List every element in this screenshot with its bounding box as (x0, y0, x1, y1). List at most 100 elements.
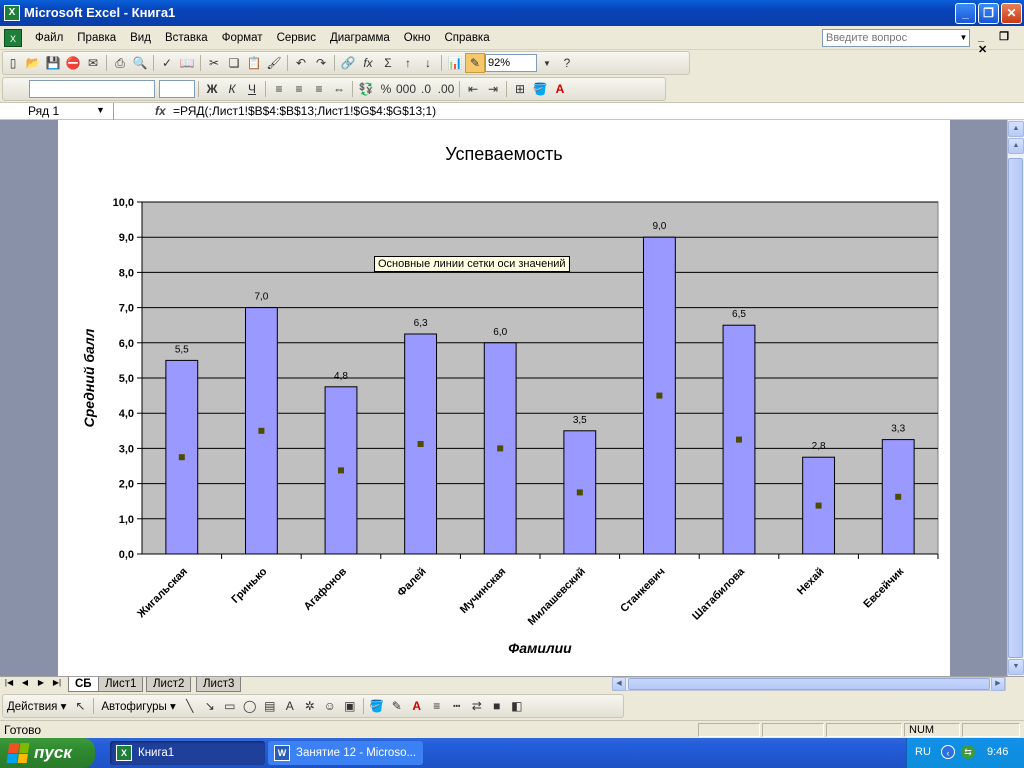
document-window-buttons[interactable]: _ ❐ ✕ (978, 30, 1024, 56)
decrease-decimal-icon[interactable]: .00 (436, 79, 456, 99)
chevron-down-icon[interactable]: ▼ (96, 105, 105, 115)
3d-style-icon[interactable]: ◧ (507, 696, 527, 716)
minimize-button[interactable]: _ (955, 3, 976, 24)
percent-icon[interactable]: % (376, 79, 396, 99)
taskbar-item-excel[interactable]: X Книга1 (110, 741, 265, 765)
fill-color-icon[interactable]: 🪣 (367, 696, 387, 716)
paste-icon[interactable]: 📋 (244, 53, 264, 73)
redo-icon[interactable]: ↷ (311, 53, 331, 73)
language-indicator[interactable]: RU (915, 746, 931, 758)
chevron-down-icon[interactable]: ▼ (958, 30, 969, 46)
arrow-style-icon[interactable]: ⇄ (467, 696, 487, 716)
scroll-left-icon[interactable]: ◀ (612, 677, 626, 691)
clipart-icon[interactable]: ☺ (320, 696, 340, 716)
scroll-up-icon[interactable]: ▲ (1008, 138, 1024, 154)
permission-icon[interactable]: ⛔ (63, 53, 83, 73)
sort-ascending-icon[interactable]: ↑ (398, 53, 418, 73)
zoom-select[interactable]: 92% (485, 54, 537, 72)
function-icon[interactable]: fx (358, 53, 378, 73)
save-icon[interactable]: 💾 (43, 53, 63, 73)
menu-help[interactable]: Справка (438, 26, 497, 50)
spelling-icon[interactable]: ✓ (157, 53, 177, 73)
tab-sb[interactable]: СБ (68, 677, 99, 692)
dash-style-icon[interactable]: ┅ (447, 696, 467, 716)
italic-icon[interactable]: К (222, 79, 242, 99)
chart-wizard-icon[interactable]: 📊 (445, 53, 465, 73)
oval-icon[interactable]: ◯ (240, 696, 260, 716)
network-icon[interactable]: ⇆ (961, 745, 975, 759)
email-icon[interactable]: ✉ (83, 53, 103, 73)
restore-button[interactable]: ❐ (978, 3, 999, 24)
picture-icon[interactable]: ▣ (340, 696, 360, 716)
menu-file[interactable]: Файл (28, 26, 70, 50)
font-name-select[interactable] (29, 80, 155, 98)
align-left-icon[interactable]: ≡ (269, 79, 289, 99)
arrow-icon[interactable]: ↘ (200, 696, 220, 716)
horizontal-scroll-thumb[interactable] (628, 678, 990, 690)
scroll-up-icon[interactable]: ▲ (1008, 121, 1024, 137)
last-sheet-icon[interactable]: ▶| (50, 678, 64, 687)
line-style-icon[interactable]: ≡ (427, 696, 447, 716)
scroll-down-icon[interactable]: ▼ (1008, 659, 1024, 675)
menu-edit[interactable]: Правка (70, 26, 123, 50)
print-preview-icon[interactable]: 🔍 (130, 53, 150, 73)
chart[interactable]: Успеваемость Средний балл Фамилии 0,0 1,0… (58, 120, 950, 676)
hyperlink-icon[interactable]: 🔗 (338, 53, 358, 73)
print-icon[interactable]: ⎙ (110, 53, 130, 73)
taskbar-item-word[interactable]: W Занятие 12 - Microso... (268, 741, 423, 765)
line-icon[interactable]: ╲ (180, 696, 200, 716)
menu-tools[interactable]: Сервис (270, 26, 323, 50)
increase-indent-icon[interactable]: ⇥ (483, 79, 503, 99)
research-icon[interactable]: 📖 (177, 53, 197, 73)
font-color-icon[interactable]: A (407, 696, 427, 716)
menu-insert[interactable]: Вставка (158, 26, 215, 50)
scroll-right-icon[interactable]: ▶ (991, 677, 1005, 691)
currency-icon[interactable]: 💱 (356, 79, 376, 99)
fill-color-icon[interactable]: 🪣 (530, 79, 550, 99)
prev-sheet-icon[interactable]: ◀ (18, 678, 32, 687)
new-icon[interactable]: ▯ (3, 53, 23, 73)
sort-descending-icon[interactable]: ↓ (418, 53, 438, 73)
chevron-down-icon[interactable]: ▼ (537, 53, 557, 73)
menu-chart[interactable]: Диаграмма (323, 26, 397, 50)
underline-icon[interactable]: Ч (242, 79, 262, 99)
menu-view[interactable]: Вид (123, 26, 158, 50)
help-question-input[interactable]: Введите вопрос (822, 29, 970, 47)
insert-function-icon[interactable]: fx (155, 104, 166, 118)
line-color-icon[interactable]: ✎ (387, 696, 407, 716)
copy-icon[interactable]: ❏ (224, 53, 244, 73)
close-button[interactable]: ✕ (1001, 3, 1022, 24)
autosum-icon[interactable]: Σ (378, 53, 398, 73)
cut-icon[interactable]: ✂ (204, 53, 224, 73)
vertical-scroll-thumb[interactable] (1008, 158, 1023, 658)
comma-style-icon[interactable]: 000 (396, 79, 416, 99)
diagram-icon[interactable]: ✲ (300, 696, 320, 716)
align-center-icon[interactable]: ≡ (289, 79, 309, 99)
merge-center-icon[interactable]: ⇔ (329, 79, 349, 99)
tab-sheet2[interactable]: Лист2 (146, 677, 192, 692)
formula-input[interactable]: =РЯД(;Лист1!$B$4:$B$13;Лист1!$G$4:$G$13;… (173, 104, 436, 118)
open-icon[interactable]: 📂 (23, 53, 43, 73)
start-button[interactable]: пуск (0, 738, 95, 768)
autoshapes-menu[interactable]: Автофигуры ▾ (97, 699, 179, 713)
excel-app-icon[interactable]: X (4, 5, 20, 21)
drawing-icon[interactable]: ✎ (465, 53, 485, 73)
select-objects-icon[interactable]: ↖ (70, 696, 90, 716)
workbook-icon[interactable]: X (4, 29, 22, 47)
shadow-style-icon[interactable]: ■ (487, 696, 507, 716)
next-sheet-icon[interactable]: ▶ (34, 678, 48, 687)
align-right-icon[interactable]: ≡ (309, 79, 329, 99)
decrease-indent-icon[interactable]: ⇤ (463, 79, 483, 99)
actions-menu[interactable]: Действия ▾ (3, 699, 70, 713)
wordart-icon[interactable]: A (280, 696, 300, 716)
undo-icon[interactable]: ↶ (291, 53, 311, 73)
menu-format[interactable]: Формат (215, 26, 270, 50)
help-icon[interactable]: ? (557, 53, 577, 73)
first-sheet-icon[interactable]: |◀ (2, 678, 16, 687)
textbox-icon[interactable]: ▤ (260, 696, 280, 716)
borders-icon[interactable]: ⊞ (510, 79, 530, 99)
format-painter-icon[interactable]: 🖌 (264, 53, 284, 73)
rectangle-icon[interactable]: ▭ (220, 696, 240, 716)
menu-window[interactable]: Окно (397, 26, 438, 50)
increase-decimal-icon[interactable]: .0 (416, 79, 436, 99)
